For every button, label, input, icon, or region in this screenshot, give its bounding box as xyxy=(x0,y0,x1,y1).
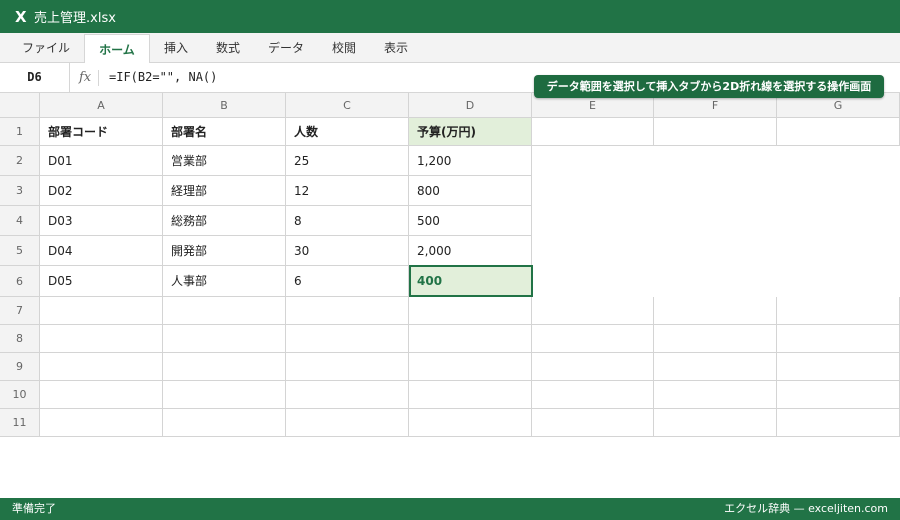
cell-d5[interactable]: 2,000 xyxy=(409,236,532,266)
cell-b9[interactable] xyxy=(163,353,286,381)
row-header-6[interactable]: 6 xyxy=(0,266,40,297)
cell-b1[interactable]: 部署名 xyxy=(163,118,286,146)
cell-e1[interactable] xyxy=(532,118,654,146)
cell-c8[interactable] xyxy=(286,325,409,353)
row-header-4[interactable]: 4 xyxy=(0,206,40,236)
row-header-7[interactable]: 7 xyxy=(0,297,40,325)
cell-d9[interactable] xyxy=(409,353,532,381)
cell-d8[interactable] xyxy=(409,325,532,353)
cell-d4[interactable]: 500 xyxy=(409,206,532,236)
tab-review[interactable]: 校閲 xyxy=(324,33,368,63)
row-header-1[interactable]: 1 xyxy=(0,118,40,146)
cell-a7[interactable] xyxy=(40,297,163,325)
instruction-banner: データ範囲を選択して挿入タブから2D折れ線を選択する操作画面 xyxy=(534,75,884,98)
cell-a10[interactable] xyxy=(40,381,163,409)
cell-d3[interactable]: 800 xyxy=(409,176,532,206)
cell-g9[interactable] xyxy=(777,353,900,381)
cell-d11[interactable] xyxy=(409,409,532,437)
cell-c6[interactable]: 6 xyxy=(286,266,409,297)
cell-d2[interactable]: 1,200 xyxy=(409,146,532,176)
tab-home[interactable]: ホーム xyxy=(84,34,150,64)
cell-a11[interactable] xyxy=(40,409,163,437)
cell-b3[interactable]: 経理部 xyxy=(163,176,286,206)
cell-e10[interactable] xyxy=(532,381,654,409)
cell-g7[interactable] xyxy=(777,297,900,325)
cell-b2[interactable]: 営業部 xyxy=(163,146,286,176)
cell-a9[interactable] xyxy=(40,353,163,381)
cell-c1[interactable]: 人数 xyxy=(286,118,409,146)
row-header-10[interactable]: 10 xyxy=(0,381,40,409)
cell-f10[interactable] xyxy=(654,381,777,409)
cell-c4[interactable]: 8 xyxy=(286,206,409,236)
cell-b11[interactable] xyxy=(163,409,286,437)
row-header-8[interactable]: 8 xyxy=(0,325,40,353)
cell-f9[interactable] xyxy=(654,353,777,381)
cell-c11[interactable] xyxy=(286,409,409,437)
row-header-3[interactable]: 3 xyxy=(0,176,40,206)
cell-a1[interactable]: 部署コード xyxy=(40,118,163,146)
cell-a5[interactable]: D04 xyxy=(40,236,163,266)
column-header-a[interactable]: A xyxy=(40,93,163,118)
cell-d7[interactable] xyxy=(409,297,532,325)
column-header-b[interactable]: B xyxy=(163,93,286,118)
cell-b10[interactable] xyxy=(163,381,286,409)
column-header-c[interactable]: C xyxy=(286,93,409,118)
cell-g8[interactable] xyxy=(777,325,900,353)
column-header-d[interactable]: D xyxy=(409,93,532,118)
cell-a4[interactable]: D03 xyxy=(40,206,163,236)
tab-file[interactable]: ファイル xyxy=(14,33,78,63)
fx-icon[interactable]: fx xyxy=(79,63,91,92)
cell-e11[interactable] xyxy=(532,409,654,437)
cell-b6[interactable]: 人事部 xyxy=(163,266,286,297)
cell-b8[interactable] xyxy=(163,325,286,353)
title-bar: X 売上管理.xlsx xyxy=(0,0,900,33)
cell-c9[interactable] xyxy=(286,353,409,381)
row-header-9[interactable]: 9 xyxy=(0,353,40,381)
cell-c10[interactable] xyxy=(286,381,409,409)
cell-f7[interactable] xyxy=(654,297,777,325)
row-header-5[interactable]: 5 xyxy=(0,236,40,266)
cell-e7[interactable] xyxy=(532,297,654,325)
cell-c3[interactable]: 12 xyxy=(286,176,409,206)
status-bar: 準備完了 エクセル辞典 — exceljiten.com xyxy=(0,498,900,520)
cell-d6[interactable]: 400 xyxy=(409,266,532,297)
cell-c5[interactable]: 30 xyxy=(286,236,409,266)
cell-b4[interactable]: 総務部 xyxy=(163,206,286,236)
cell-g1[interactable] xyxy=(777,118,900,146)
cell-d1[interactable]: 予算(万円) xyxy=(409,118,532,146)
name-box[interactable]: D6 xyxy=(0,63,70,92)
cell-f11[interactable] xyxy=(654,409,777,437)
status-site: エクセル辞典 — exceljiten.com xyxy=(724,502,888,515)
status-ready: 準備完了 xyxy=(12,502,56,515)
select-all-corner[interactable] xyxy=(0,93,40,118)
formula-separator xyxy=(98,70,99,86)
cell-c2[interactable]: 25 xyxy=(286,146,409,176)
cell-g10[interactable] xyxy=(777,381,900,409)
tab-data[interactable]: データ xyxy=(260,33,314,63)
cell-b5[interactable]: 開発部 xyxy=(163,236,286,266)
cell-c7[interactable] xyxy=(286,297,409,325)
window-title: 売上管理.xlsx xyxy=(34,11,116,26)
tab-formulas[interactable]: 数式 xyxy=(208,33,252,63)
tab-view[interactable]: 表示 xyxy=(376,33,420,63)
row-header-11[interactable]: 11 xyxy=(0,409,40,437)
cell-f8[interactable] xyxy=(654,325,777,353)
excel-logo-icon: X xyxy=(15,7,27,26)
cell-a2[interactable]: D01 xyxy=(40,146,163,176)
cell-a8[interactable] xyxy=(40,325,163,353)
cell-g11[interactable] xyxy=(777,409,900,437)
cell-e8[interactable] xyxy=(532,325,654,353)
cell-a6[interactable]: D05 xyxy=(40,266,163,297)
cell-d10[interactable] xyxy=(409,381,532,409)
formula-input[interactable]: =IF(B2="", NA() xyxy=(109,63,217,92)
tab-insert[interactable]: 挿入 xyxy=(156,33,200,63)
cell-e9[interactable] xyxy=(532,353,654,381)
row-header-2[interactable]: 2 xyxy=(0,146,40,176)
cell-a3[interactable]: D02 xyxy=(40,176,163,206)
cell-b7[interactable] xyxy=(163,297,286,325)
cell-f1[interactable] xyxy=(654,118,777,146)
ribbon-tabs: ファイル ホーム 挿入 数式 データ 校閲 表示 xyxy=(0,33,900,64)
